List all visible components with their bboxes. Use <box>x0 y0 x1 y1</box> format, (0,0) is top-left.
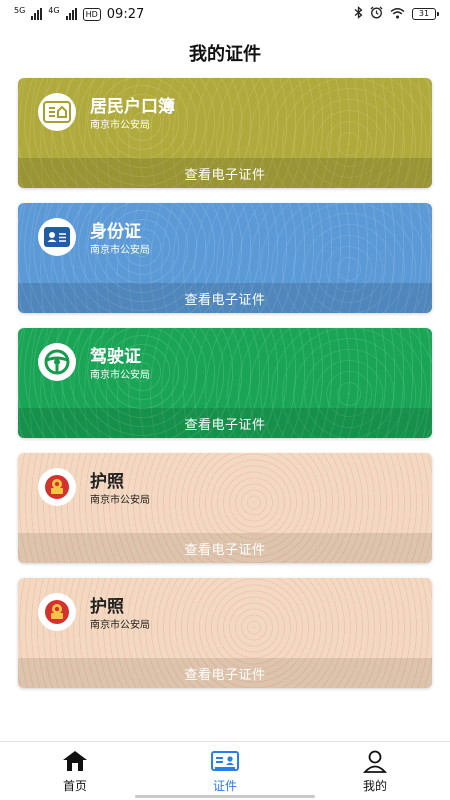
view-e-certificate-button[interactable]: 查看电子证件 <box>18 283 432 313</box>
certificates-icon <box>211 749 239 773</box>
card-issuer: 南京市公安局 <box>90 495 150 506</box>
card-title: 护照 <box>90 597 124 617</box>
status-left: 5G 4G HD 09:27 <box>14 7 144 22</box>
view-e-certificate-button[interactable]: 查看电子证件 <box>18 533 432 563</box>
nav-label: 首页 <box>62 779 87 793</box>
signal-icon-2 <box>65 8 77 20</box>
view-e-certificate-button[interactable]: 查看电子证件 <box>18 658 432 688</box>
id-card-icon <box>38 218 76 256</box>
view-e-certificate-button[interactable]: 查看电子证件 <box>18 158 432 188</box>
user-icon <box>363 749 387 773</box>
network-type-1: 5G <box>14 6 26 15</box>
card-issuer: 南京市公安局 <box>90 620 150 631</box>
national-emblem-icon <box>38 593 76 631</box>
bluetooth-icon <box>354 6 363 22</box>
card-driver-license[interactable]: 驾驶证 南京市公安局 查看电子证件 <box>18 328 432 438</box>
card-passport-2[interactable]: 护照 南京市公安局 查看电子证件 <box>18 578 432 688</box>
card-title: 身份证 <box>90 222 141 242</box>
card-title: 护照 <box>90 472 124 492</box>
card-household-register[interactable]: 居民户口簿 南京市公安局 查看电子证件 <box>18 78 432 188</box>
page-title: 我的证件 <box>189 44 261 65</box>
battery-icon: 31 <box>412 8 439 20</box>
clock: 09:27 <box>106 6 145 22</box>
alarm-icon <box>370 6 383 22</box>
card-id-card[interactable]: 身份证 南京市公安局 查看电子证件 <box>18 203 432 313</box>
card-issuer: 南京市公安局 <box>90 120 150 131</box>
national-emblem-icon <box>38 468 76 506</box>
nav-item-certificates[interactable]: 证件 <box>170 742 280 794</box>
nav-item-mine[interactable]: 我的 <box>320 742 430 794</box>
card-issuer: 南京市公安局 <box>90 245 150 256</box>
status-bar: 5G 4G HD 09:27 31 <box>0 0 450 28</box>
card-title: 居民户口簿 <box>90 97 175 117</box>
wifi-icon <box>390 7 405 22</box>
hd-badge: HD <box>82 7 101 21</box>
home-icon <box>62 749 88 773</box>
home-indicator[interactable] <box>135 795 315 798</box>
bottom-nav: 首页 证件 我的 <box>0 741 450 800</box>
card-passport[interactable]: 护照 南京市公安局 查看电子证件 <box>18 453 432 563</box>
household-register-icon <box>38 93 76 131</box>
signal-icon <box>31 8 43 20</box>
status-right: 31 <box>354 6 439 22</box>
card-title: 驾驶证 <box>90 347 141 367</box>
nav-label: 证件 <box>212 779 237 793</box>
network-type-2: 4G <box>48 6 60 15</box>
view-e-certificate-button[interactable]: 查看电子证件 <box>18 408 432 438</box>
steering-wheel-icon <box>38 343 76 381</box>
nav-item-home[interactable]: 首页 <box>20 742 130 794</box>
nav-label: 我的 <box>362 779 387 793</box>
card-issuer: 南京市公安局 <box>90 370 150 381</box>
